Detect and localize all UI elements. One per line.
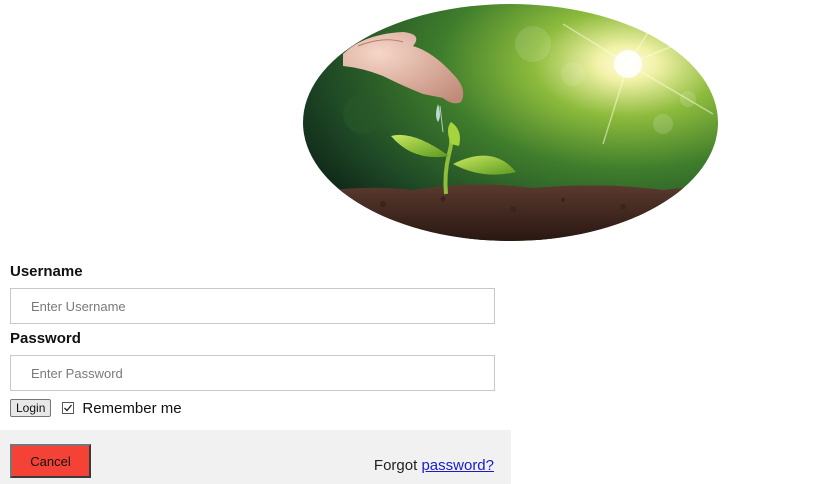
remember-me-checkbox[interactable] — [62, 402, 75, 414]
login-page: Username Password Login Remember me Canc… — [0, 0, 825, 484]
login-button[interactable]: Login — [10, 399, 52, 417]
remember-me-label: Remember me — [82, 399, 182, 417]
forgot-password-text: Forgot password? — [374, 457, 494, 474]
login-form: Username Password Login Remember me — [10, 262, 495, 417]
checkmark-icon — [64, 404, 73, 412]
password-input[interactable] — [10, 355, 495, 391]
username-label: Username — [10, 263, 83, 280]
seedling-image — [303, 4, 718, 241]
login-row: Login Remember me — [10, 399, 495, 417]
forgot-password-link[interactable]: password? — [421, 457, 494, 474]
form-footer: Cancel Forgot password? — [0, 430, 511, 484]
avatar — [303, 4, 718, 241]
forgot-prefix: Forgot — [373, 457, 422, 474]
password-label: Password — [10, 330, 81, 347]
cancel-button[interactable]: Cancel — [10, 444, 91, 478]
username-input[interactable] — [10, 288, 495, 324]
